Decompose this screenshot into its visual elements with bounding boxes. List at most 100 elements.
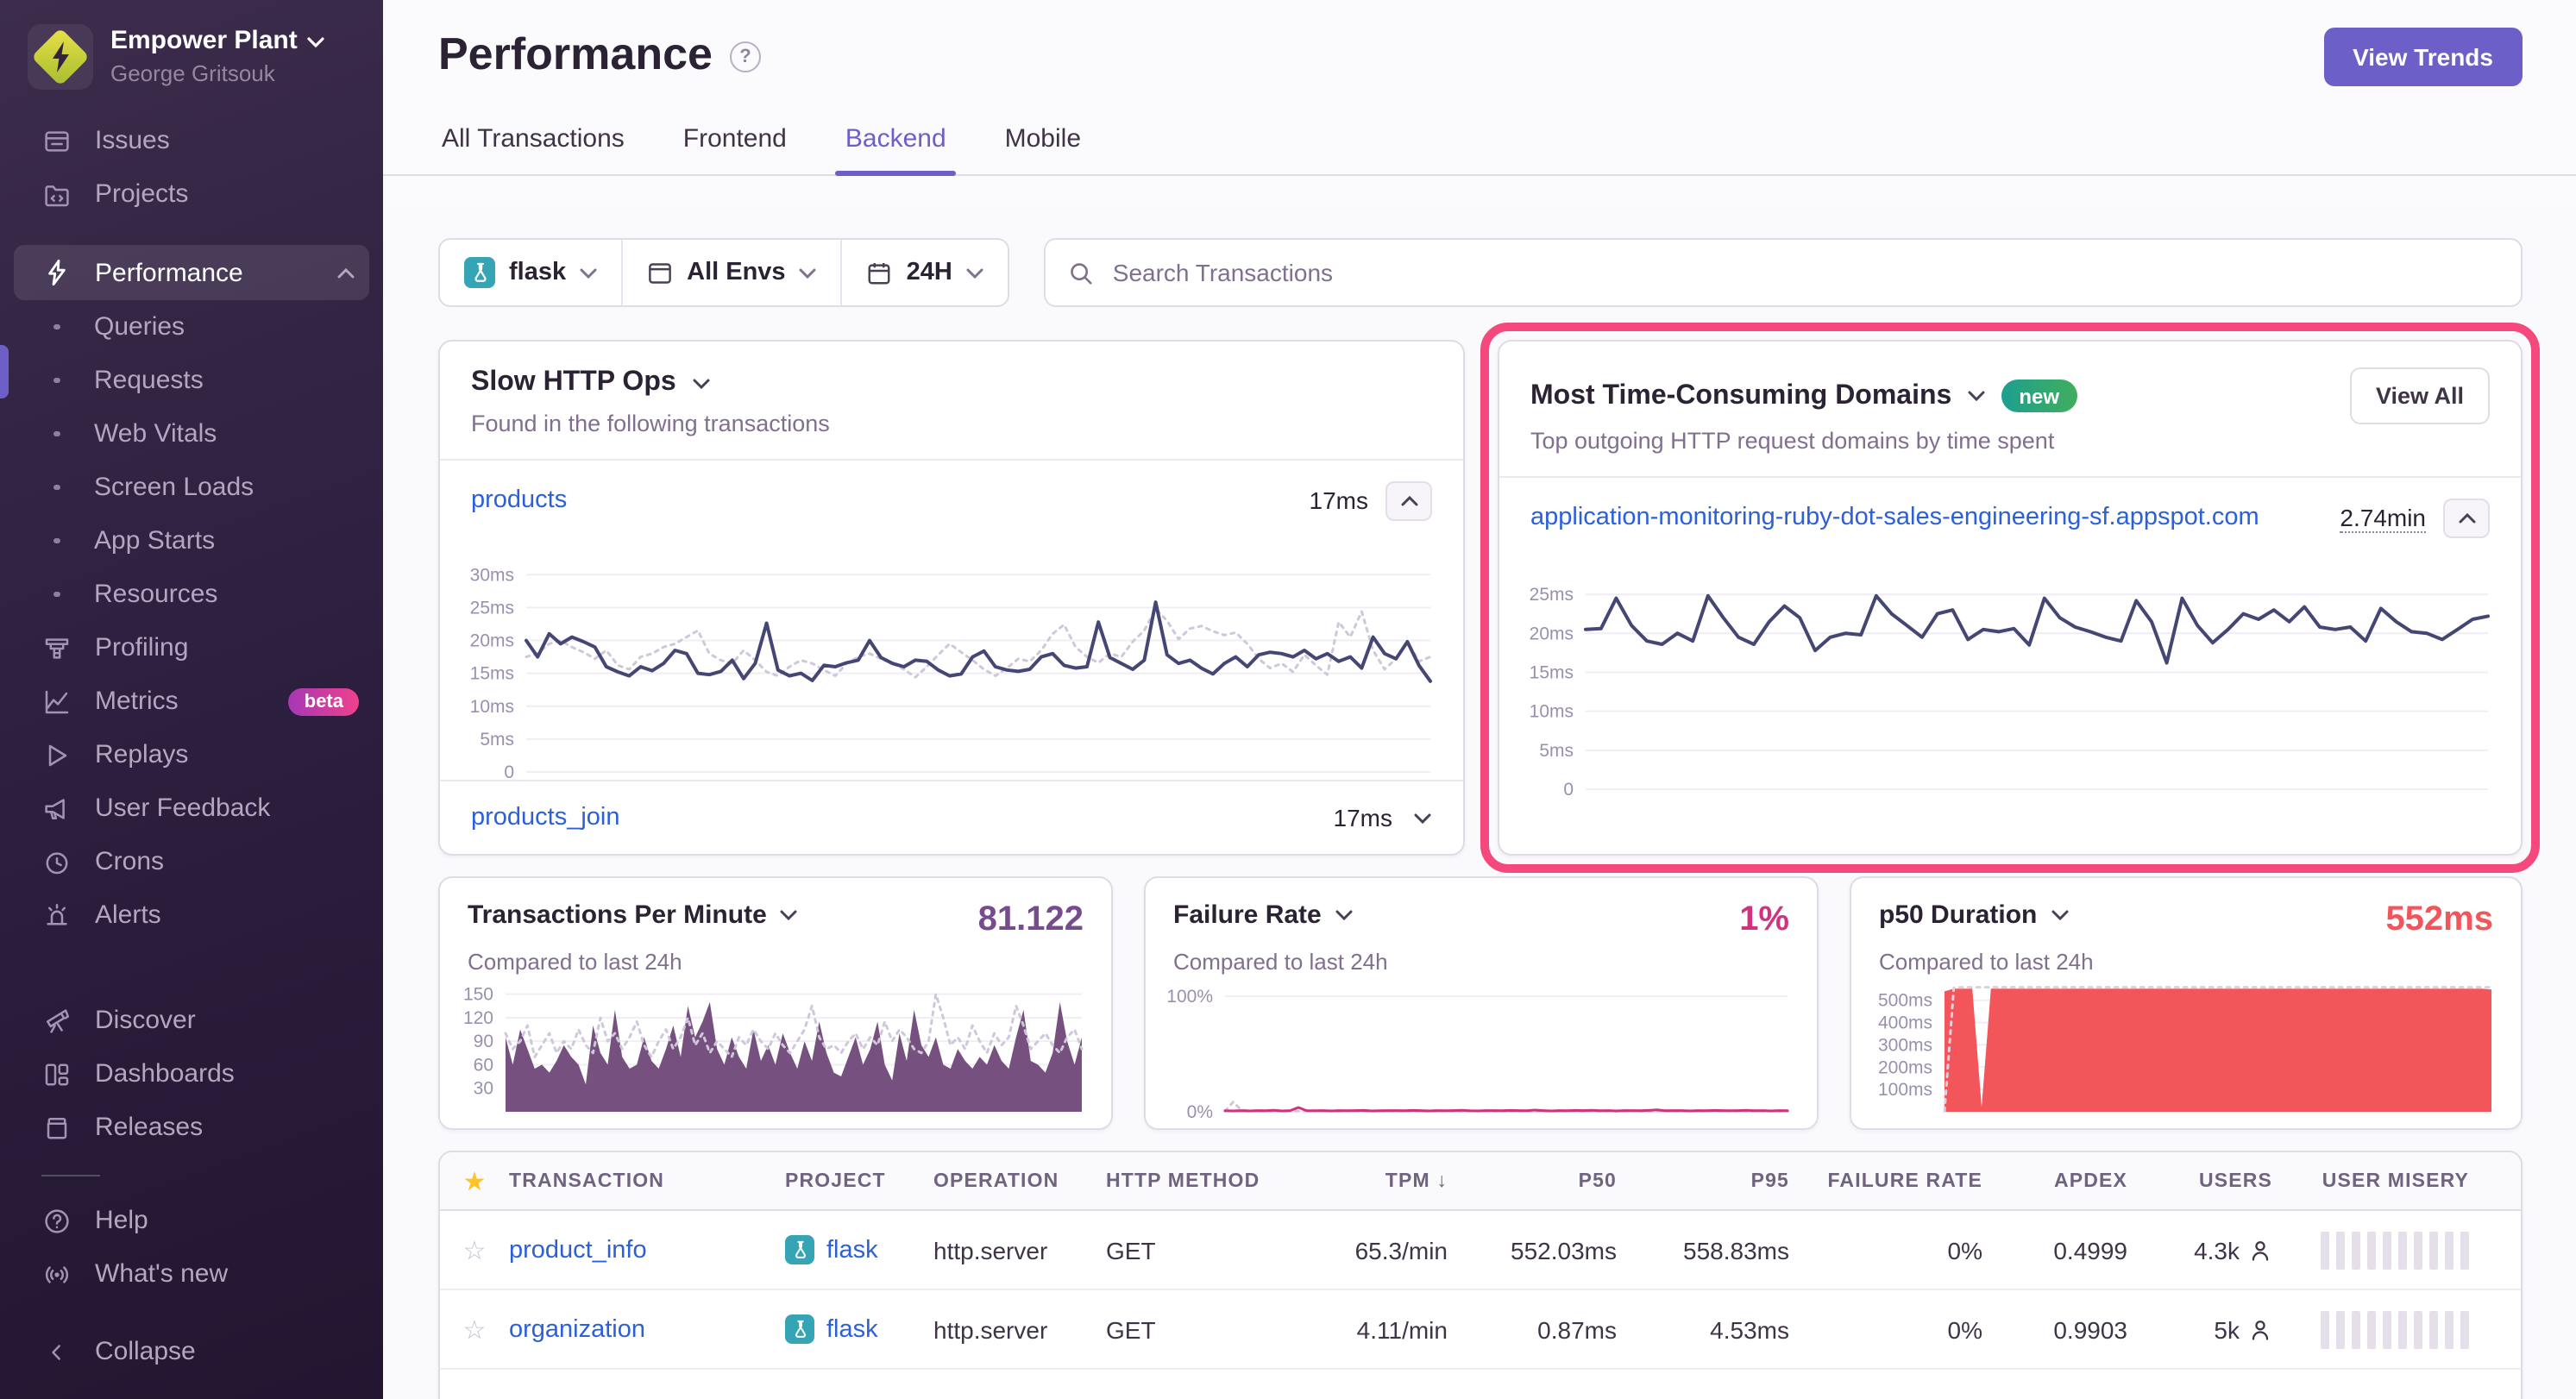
sidebar-item-help[interactable]: Help xyxy=(0,1194,383,1247)
sidebar-collapse-button[interactable]: Collapse xyxy=(0,1325,383,1378)
users-cell: 5k xyxy=(2127,1315,2272,1343)
sidebar-item-alerts[interactable]: Alerts xyxy=(0,888,383,942)
http-method-cell: GET xyxy=(1106,1236,1289,1264)
sidebar-item-profiling[interactable]: Profiling xyxy=(0,621,383,674)
col-apdex[interactable]: APDEX xyxy=(1982,1170,2127,1191)
svg-text:30: 30 xyxy=(474,1079,493,1099)
sidebar-item-screen-loads[interactable]: Screen Loads xyxy=(0,461,383,514)
search-icon xyxy=(1068,260,1094,285)
transaction-link-products[interactable]: products xyxy=(471,486,567,514)
tab-all-transactions[interactable]: All Transactions xyxy=(438,124,628,174)
chevron-down-icon[interactable] xyxy=(692,377,711,389)
transaction-link[interactable]: organization xyxy=(509,1316,645,1344)
p50-cell: 552.03ms xyxy=(1448,1236,1617,1264)
bullet-icon xyxy=(53,324,60,330)
collapse-row-button[interactable] xyxy=(2443,498,2490,537)
domains-panel-subtitle: Top outgoing HTTP request domains by tim… xyxy=(1530,428,2490,454)
sidebar-item-user-feedback[interactable]: User Feedback xyxy=(0,781,383,835)
col-user-misery[interactable]: USER MISERY xyxy=(2272,1170,2497,1191)
sidebar-item-projects[interactable]: Projects xyxy=(0,167,383,221)
sidebar-item-issues[interactable]: Issues xyxy=(0,114,383,167)
user-misery-bar xyxy=(2272,1231,2497,1269)
collapse-row-button[interactable] xyxy=(1385,480,1432,520)
col-transaction[interactable]: TRANSACTION xyxy=(509,1170,785,1191)
svg-text:5ms: 5ms xyxy=(1539,741,1574,761)
svg-text:25ms: 25ms xyxy=(1530,585,1574,605)
sidebar-item-web-vitals[interactable]: Web Vitals xyxy=(0,407,383,461)
sidebar-item-requests[interactable]: Requests xyxy=(0,354,383,407)
tab-frontend[interactable]: Frontend xyxy=(680,124,790,174)
tpm-widget-title[interactable]: Transactions Per Minute xyxy=(468,900,767,930)
svg-text:150: 150 xyxy=(463,985,493,1005)
sidebar-item-performance[interactable]: Performance xyxy=(14,245,369,300)
chevron-down-icon[interactable] xyxy=(1335,909,1353,921)
sidebar-item-queries[interactable]: Queries xyxy=(0,300,383,354)
transaction-link[interactable]: product_info xyxy=(509,1237,647,1264)
time-range-filter[interactable]: 24H xyxy=(841,240,1008,305)
tpm-value: 81.122 xyxy=(978,900,1084,940)
col-p50[interactable]: P50 xyxy=(1448,1170,1617,1191)
apdex-cell: 0.9903 xyxy=(1982,1315,2127,1343)
bullet-icon xyxy=(53,431,60,437)
failure-rate-value: 1% xyxy=(1739,900,1789,940)
sidebar-item-metrics[interactable]: Metrics beta xyxy=(0,674,383,728)
sidebar-item-crons[interactable]: Crons xyxy=(0,835,383,888)
org-switcher[interactable]: Empower Plant George Gritsouk xyxy=(0,0,383,100)
bullet-icon xyxy=(53,378,60,384)
col-failure-rate[interactable]: FAILURE RATE xyxy=(1789,1170,1982,1191)
duration-value: 17ms xyxy=(1334,804,1392,831)
chevron-down-icon[interactable] xyxy=(2051,909,2068,921)
sidebar-item-whats-new[interactable]: What's new xyxy=(0,1247,383,1301)
search-transactions-input[interactable] xyxy=(1109,257,2498,288)
chevron-down-icon[interactable] xyxy=(1967,390,1986,402)
tab-mobile[interactable]: Mobile xyxy=(1002,124,1084,174)
sidebar-item-app-starts[interactable]: App Starts xyxy=(0,514,383,568)
users-cell: 4.3k xyxy=(2127,1236,2272,1264)
project-filter[interactable]: flask xyxy=(440,240,621,305)
expand-row-button[interactable] xyxy=(1413,812,1432,824)
view-all-button[interactable]: View All xyxy=(2350,367,2490,424)
view-trends-button[interactable]: View Trends xyxy=(2323,28,2523,86)
time-spent-value[interactable]: 2.74min xyxy=(2340,503,2426,532)
project-cell[interactable]: flask xyxy=(785,1314,933,1344)
star-outline-icon[interactable]: ☆ xyxy=(440,1234,509,1265)
svg-text:100ms: 100ms xyxy=(1878,1080,1932,1100)
help-tooltip-icon[interactable]: ? xyxy=(730,41,761,72)
window-icon xyxy=(647,260,673,285)
chevron-up-icon xyxy=(336,267,355,279)
col-operation[interactable]: OPERATION xyxy=(933,1170,1106,1191)
sort-desc-icon[interactable]: ↓ xyxy=(1436,1170,1448,1191)
slow-http-ops-title[interactable]: Slow HTTP Ops xyxy=(471,367,676,398)
sidebar-item-discover[interactable]: Discover xyxy=(0,994,383,1047)
svg-text:100%: 100% xyxy=(1166,987,1213,1007)
star-filled-icon[interactable]: ★ xyxy=(440,1165,509,1196)
svg-text:20ms: 20ms xyxy=(470,631,514,651)
svg-text:0%: 0% xyxy=(1187,1102,1213,1118)
star-outline-icon[interactable]: ☆ xyxy=(440,1314,509,1345)
svg-text:200ms: 200ms xyxy=(1878,1057,1932,1077)
p50-duration-chart: 100ms200ms300ms400ms500ms xyxy=(1855,978,2497,1118)
sidebar-item-resources[interactable]: Resources xyxy=(0,568,383,621)
sidebar-item-releases[interactable]: Releases xyxy=(0,1101,383,1154)
dashboards-icon xyxy=(41,1058,72,1089)
col-p95[interactable]: P95 xyxy=(1617,1170,1789,1191)
col-users[interactable]: USERS xyxy=(2127,1170,2272,1191)
domain-link[interactable]: application-monitoring-ruby-dot-sales-en… xyxy=(1530,504,2259,531)
domains-panel-title[interactable]: Most Time-Consuming Domains xyxy=(1530,380,1951,411)
sidebar-item-replays[interactable]: Replays xyxy=(0,728,383,781)
col-project[interactable]: PROJECT xyxy=(785,1170,933,1191)
sidebar-item-dashboards[interactable]: Dashboards xyxy=(0,1047,383,1101)
svg-text:15ms: 15ms xyxy=(470,664,514,684)
p50-duration-title[interactable]: p50 Duration xyxy=(1879,900,2037,930)
slow-http-ops-chart: 05ms10ms15ms20ms25ms30ms xyxy=(450,557,1436,778)
transaction-accordion-row: products 17ms xyxy=(440,461,1463,540)
chevron-down-icon[interactable] xyxy=(781,909,798,921)
environment-filter[interactable]: All Envs xyxy=(621,240,840,305)
project-cell[interactable]: flask xyxy=(785,1235,933,1264)
tab-backend[interactable]: Backend xyxy=(842,124,950,174)
transaction-link-products-join[interactable]: products_join xyxy=(471,804,620,831)
failure-rate-title[interactable]: Failure Rate xyxy=(1173,900,1322,930)
org-logo xyxy=(28,24,93,90)
svg-text:15ms: 15ms xyxy=(1530,662,1574,682)
col-http-method[interactable]: HTTP METHOD xyxy=(1106,1170,1289,1191)
